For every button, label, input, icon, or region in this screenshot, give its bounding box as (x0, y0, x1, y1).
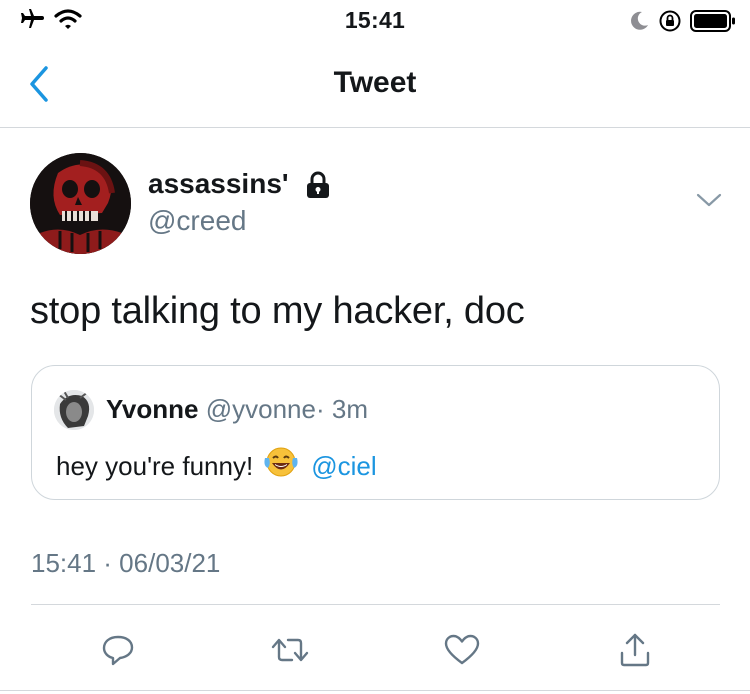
author-avatar[interactable] (30, 153, 131, 254)
quoted-mention[interactable]: @ciel (311, 451, 376, 482)
tears-of-joy-emoji (263, 446, 299, 487)
skull-avatar-image (30, 153, 131, 254)
page-title: Tweet (333, 66, 417, 99)
quoted-text-line: hey you're funny! @ciel (56, 446, 377, 487)
bottom-divider (0, 690, 750, 691)
like-icon (444, 634, 480, 665)
quoted-text: hey you're funny! (56, 451, 254, 481)
chevron-down-icon[interactable] (696, 192, 722, 213)
divider (31, 604, 720, 605)
quoted-avatar-image (54, 390, 94, 430)
like-button[interactable] (440, 628, 484, 672)
lock-icon (304, 171, 332, 204)
status-bar: 15:41 (0, 0, 750, 42)
status-right (628, 9, 736, 38)
orientation-lock-icon (658, 9, 682, 38)
share-button[interactable] (613, 628, 657, 672)
quoted-author-handle[interactable]: @yvonne (206, 394, 316, 424)
quoted-time: 3m (331, 394, 368, 424)
share-icon (620, 633, 650, 667)
action-bar (0, 620, 750, 680)
quoted-author-avatar[interactable] (54, 390, 94, 430)
quoted-separator: · (315, 394, 325, 424)
tweet-text: stop talking to my hacker, doc (30, 290, 525, 332)
moon-icon (628, 10, 650, 37)
retweet-button[interactable] (268, 628, 312, 672)
quoted-author-name[interactable]: Yvonne (106, 394, 198, 424)
author-handle[interactable]: @creed (148, 205, 246, 237)
battery-icon (690, 9, 736, 38)
retweet-icon (271, 638, 309, 662)
author-name[interactable]: assassins' (148, 168, 289, 200)
nav-bar: Tweet (0, 42, 750, 128)
tweet-timestamp: 15:41 · 06/03/21 (31, 548, 221, 578)
quoted-tweet[interactable]: Yvonne @yvonne· 3m hey you're funny! @ci… (31, 365, 720, 500)
reply-button[interactable] (96, 628, 140, 672)
quoted-header: Yvonne @yvonne· 3m (106, 394, 368, 425)
reply-icon (102, 635, 134, 666)
